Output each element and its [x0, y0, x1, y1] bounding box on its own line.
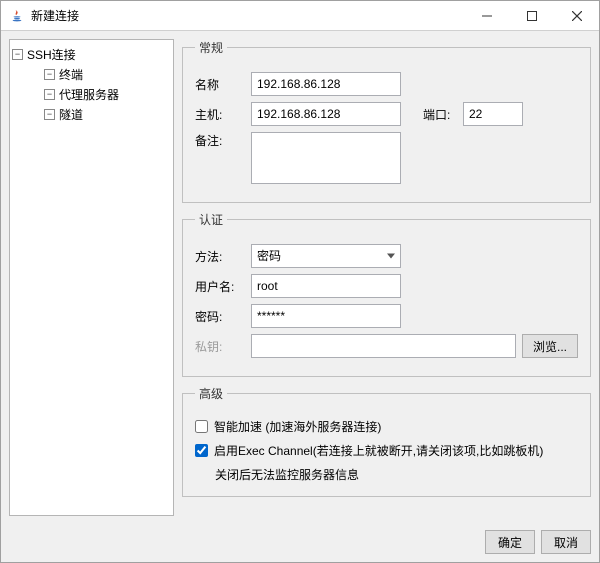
- dialog-footer: 确定 取消: [1, 524, 599, 562]
- group-general: 常规 名称 主机: 端口: 备注:: [182, 39, 591, 203]
- remark-textarea[interactable]: [251, 132, 401, 184]
- password-label: 密码:: [195, 308, 245, 325]
- tree-label: SSH连接: [27, 46, 76, 63]
- sidebar-tree: − SSH连接 − 终端 − 代理服务器 − 隧道: [9, 39, 174, 516]
- tree-node-ssh[interactable]: − SSH连接: [12, 44, 171, 64]
- window-title: 新建连接: [31, 7, 79, 24]
- name-input[interactable]: [251, 72, 401, 96]
- method-select[interactable]: 密码: [251, 244, 401, 268]
- remark-label: 备注:: [195, 132, 245, 149]
- user-label: 用户名:: [195, 278, 245, 295]
- minimize-button[interactable]: [464, 1, 509, 31]
- username-input[interactable]: [251, 274, 401, 298]
- privkey-label: 私钥:: [195, 338, 245, 355]
- exec-channel-label: 启用Exec Channel(若连接上就被断开,请关闭该项,比如跳板机): [214, 442, 543, 460]
- exec-channel-note: 关闭后无法监控服务器信息: [215, 466, 578, 484]
- tree-label: 代理服务器: [59, 86, 119, 103]
- port-label: 端口:: [423, 106, 457, 123]
- password-input[interactable]: [251, 304, 401, 328]
- titlebar: 新建连接: [1, 1, 599, 31]
- tree-label: 终端: [59, 66, 83, 83]
- method-label: 方法:: [195, 248, 245, 265]
- cancel-button[interactable]: 取消: [541, 530, 591, 554]
- name-label: 名称: [195, 76, 245, 93]
- browse-button[interactable]: 浏览...: [522, 334, 578, 358]
- port-input[interactable]: [463, 102, 523, 126]
- maximize-button[interactable]: [509, 1, 554, 31]
- host-label: 主机:: [195, 106, 245, 123]
- smart-accel-row[interactable]: 智能加速 (加速海外服务器连接): [195, 418, 578, 436]
- group-auth: 认证 方法: 密码 用户名: 密码:: [182, 211, 591, 377]
- tree-node-proxy[interactable]: − 代理服务器: [34, 84, 171, 104]
- tree-node-terminal[interactable]: − 终端: [34, 64, 171, 84]
- tree-node-tunnel[interactable]: − 隧道: [34, 104, 171, 124]
- collapse-icon[interactable]: −: [12, 49, 23, 60]
- smart-accel-label: 智能加速 (加速海外服务器连接): [214, 418, 381, 436]
- group-legend: 常规: [195, 39, 227, 56]
- main-panel: 常规 名称 主机: 端口: 备注: 认证: [182, 39, 591, 516]
- exec-channel-checkbox[interactable]: [195, 444, 208, 457]
- collapse-icon[interactable]: −: [44, 69, 55, 80]
- group-legend: 高级: [195, 385, 227, 402]
- smart-accel-checkbox[interactable]: [195, 420, 208, 433]
- collapse-icon[interactable]: −: [44, 109, 55, 120]
- group-advanced: 高级 智能加速 (加速海外服务器连接) 启用Exec Channel(若连接上就…: [182, 385, 591, 497]
- group-legend: 认证: [195, 211, 227, 228]
- collapse-icon[interactable]: −: [44, 89, 55, 100]
- exec-channel-row[interactable]: 启用Exec Channel(若连接上就被断开,请关闭该项,比如跳板机): [195, 442, 578, 460]
- java-app-icon: [9, 8, 25, 24]
- tree-label: 隧道: [59, 106, 83, 123]
- ok-button[interactable]: 确定: [485, 530, 535, 554]
- close-button[interactable]: [554, 1, 599, 31]
- host-input[interactable]: [251, 102, 401, 126]
- privkey-input[interactable]: [251, 334, 516, 358]
- dialog-window: 新建连接 − SSH连接 − 终端 − 代理服务器: [0, 0, 600, 563]
